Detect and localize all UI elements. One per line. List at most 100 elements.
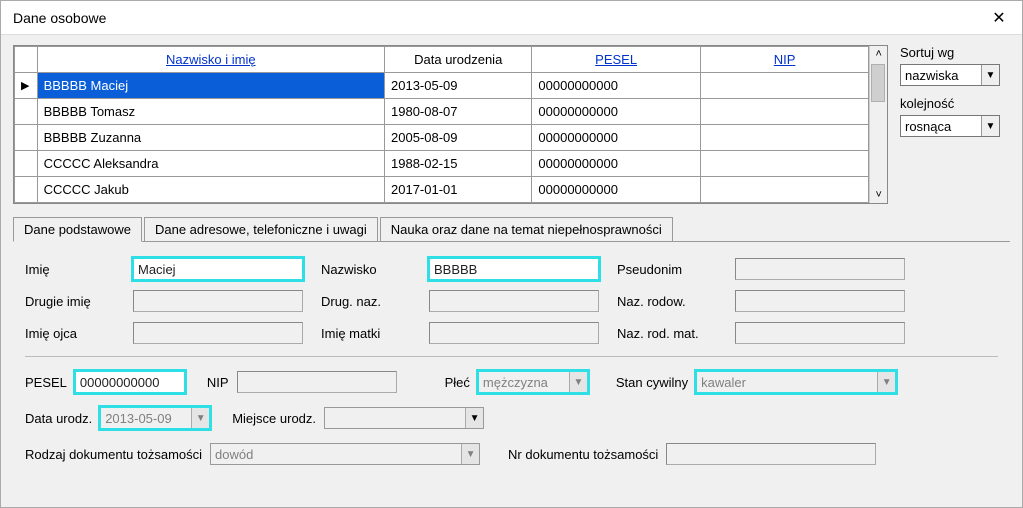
- input-nr-doc[interactable]: [666, 443, 876, 465]
- cell-pesel: 00000000000: [532, 151, 700, 177]
- combo-miejsce-urodz[interactable]: ▼: [324, 407, 484, 429]
- row-indicator-icon: ▶: [15, 73, 38, 99]
- cell-dob: 1980-08-07: [385, 99, 532, 125]
- label-pseudonim: Pseudonim: [617, 262, 717, 277]
- combo-stan-value: kawaler: [701, 375, 746, 390]
- label-naz-rod-mat: Naz. rod. mat.: [617, 326, 717, 341]
- cell-dob: 2017-01-01: [385, 177, 532, 203]
- data-grid[interactable]: Nazwisko i imię Data urodzenia PESEL NIP…: [13, 45, 888, 204]
- label-plec: Płeć: [445, 375, 470, 390]
- cell-name: BBBBB Zuzanna: [37, 125, 384, 151]
- table-row[interactable]: CCCCC Jakub2017-01-0100000000000: [15, 177, 869, 203]
- combo-rodzaj-doc-value: dowód: [215, 447, 253, 462]
- cell-dob: 1988-02-15: [385, 151, 532, 177]
- label-drug-naz: Drug. naz.: [321, 294, 411, 309]
- cell-name: BBBBB Maciej: [37, 73, 384, 99]
- cell-name: CCCCC Jakub: [37, 177, 384, 203]
- sort-order-value: rosnąca: [905, 119, 951, 134]
- input-imie-matki[interactable]: [429, 322, 599, 344]
- cell-dob: 2013-05-09: [385, 73, 532, 99]
- sort-by-combo[interactable]: nazwiska ▼: [900, 64, 1000, 86]
- row-indicator-icon: [15, 177, 38, 203]
- sort-panel: Sortuj wg nazwiska ▼ kolejność rosnąca ▼: [900, 45, 1010, 137]
- chevron-down-icon: ▼: [465, 408, 483, 428]
- close-icon: ✕: [992, 8, 1005, 28]
- input-data-urodz-value: 2013-05-09: [105, 411, 172, 426]
- close-button[interactable]: ✕: [976, 1, 1022, 35]
- input-imie-ojca[interactable]: [133, 322, 303, 344]
- input-pseudonim[interactable]: [735, 258, 905, 280]
- label-stan: Stan cywilny: [616, 375, 688, 390]
- table-row[interactable]: BBBBB Zuzanna2005-08-0900000000000: [15, 125, 869, 151]
- window: Dane osobowe ✕ Nazwisko i imię Data urod…: [0, 0, 1023, 508]
- input-pesel[interactable]: 00000000000: [75, 371, 185, 393]
- chevron-down-icon: ▼: [191, 408, 209, 428]
- scroll-up-icon[interactable]: ˄: [875, 48, 881, 60]
- scrollbar-thumb[interactable]: [871, 64, 885, 102]
- label-nip: NIP: [207, 375, 229, 390]
- input-data-urodz[interactable]: 2013-05-09 ▼: [100, 407, 210, 429]
- combo-rodzaj-doc[interactable]: dowód ▼: [210, 443, 480, 465]
- label-nazwisko: Nazwisko: [321, 262, 411, 277]
- table-row[interactable]: ▶BBBBB Maciej2013-05-0900000000000: [15, 73, 869, 99]
- chevron-down-icon: ▼: [981, 65, 999, 85]
- sort-by-label: Sortuj wg: [900, 45, 1010, 60]
- input-nazwisko[interactable]: BBBBB: [429, 258, 599, 280]
- input-drug-naz[interactable]: [429, 290, 599, 312]
- col-header-dob[interactable]: Data urodzenia: [385, 47, 532, 73]
- combo-plec[interactable]: mężczyzna ▼: [478, 371, 588, 393]
- label-rodzaj-doc: Rodzaj dokumentu tożsamości: [25, 447, 202, 462]
- chevron-down-icon: ▼: [981, 116, 999, 136]
- tab-education-disability[interactable]: Nauka oraz dane na temat niepełnosprawno…: [380, 217, 673, 242]
- titlebar: Dane osobowe ✕: [1, 1, 1022, 35]
- row-indicator-icon: [15, 99, 38, 125]
- sort-order-label: kolejność: [900, 96, 1010, 111]
- cell-pesel: 00000000000: [532, 125, 700, 151]
- input-naz-rodow[interactable]: [735, 290, 905, 312]
- chevron-down-icon: ▼: [461, 444, 479, 464]
- cell-nip: [700, 177, 868, 203]
- label-pesel: PESEL: [25, 375, 67, 390]
- cell-nip: [700, 99, 868, 125]
- cell-pesel: 00000000000: [532, 99, 700, 125]
- chevron-down-icon: ▼: [569, 372, 587, 392]
- vertical-scrollbar[interactable]: ˄ ˅: [869, 46, 887, 203]
- col-header-name[interactable]: Nazwisko i imię: [37, 47, 384, 73]
- label-naz-rodow: Naz. rodow.: [617, 294, 717, 309]
- tab-basic-data[interactable]: Dane podstawowe: [13, 217, 142, 242]
- cell-pesel: 00000000000: [532, 177, 700, 203]
- row-indicator-icon: [15, 125, 38, 151]
- chevron-down-icon: ▼: [877, 372, 895, 392]
- cell-name: BBBBB Tomasz: [37, 99, 384, 125]
- col-header-nip[interactable]: NIP: [700, 47, 868, 73]
- input-imie[interactable]: Maciej: [133, 258, 303, 280]
- table-row[interactable]: CCCCC Aleksandra1988-02-1500000000000: [15, 151, 869, 177]
- input-drugie-imie[interactable]: [133, 290, 303, 312]
- form-basic-data: Imię Maciej Nazwisko BBBBB Pseudonim Dru…: [13, 241, 1010, 487]
- input-naz-rod-mat[interactable]: [735, 322, 905, 344]
- combo-plec-value: mężczyzna: [483, 375, 548, 390]
- cell-pesel: 00000000000: [532, 73, 700, 99]
- cell-nip: [700, 125, 868, 151]
- cell-nip: [700, 151, 868, 177]
- sort-by-value: nazwiska: [905, 68, 958, 83]
- label-data-urodz: Data urodz.: [25, 411, 92, 426]
- window-title: Dane osobowe: [13, 10, 106, 26]
- label-miejsce-urodz: Miejsce urodz.: [232, 411, 316, 426]
- label-nr-doc: Nr dokumentu tożsamości: [508, 447, 658, 462]
- input-nip[interactable]: [237, 371, 397, 393]
- tab-bar: Dane podstawowe Dane adresowe, telefonic…: [13, 216, 1010, 241]
- col-header-pesel[interactable]: PESEL: [532, 47, 700, 73]
- combo-stan-cywilny[interactable]: kawaler ▼: [696, 371, 896, 393]
- col-header-indicator: [15, 47, 38, 73]
- label-drugie-imie: Drugie imię: [25, 294, 115, 309]
- sort-order-combo[interactable]: rosnąca ▼: [900, 115, 1000, 137]
- label-imie-matki: Imię matki: [321, 326, 411, 341]
- table-row[interactable]: BBBBB Tomasz1980-08-0700000000000: [15, 99, 869, 125]
- label-imie: Imię: [25, 262, 115, 277]
- scroll-down-icon[interactable]: ˅: [875, 189, 881, 201]
- label-imie-ojca: Imię ojca: [25, 326, 115, 341]
- cell-dob: 2005-08-09: [385, 125, 532, 151]
- cell-name: CCCCC Aleksandra: [37, 151, 384, 177]
- tab-address-data[interactable]: Dane adresowe, telefoniczne i uwagi: [144, 217, 378, 242]
